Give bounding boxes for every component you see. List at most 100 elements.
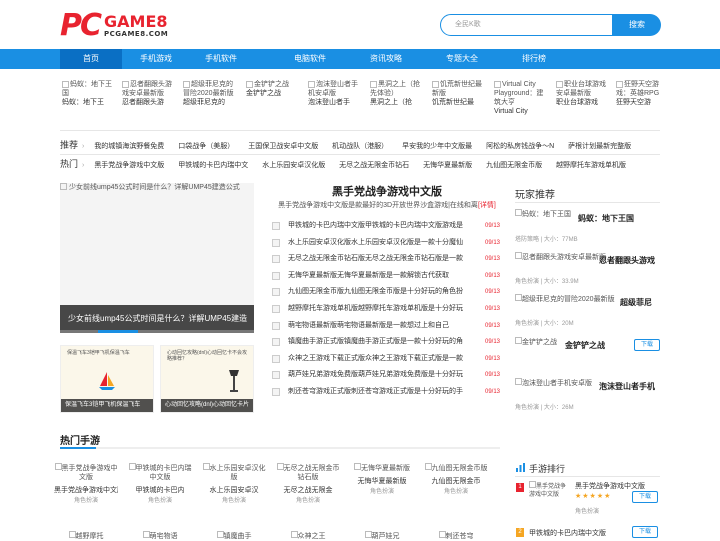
hot-link[interactable]: 无尽之战无限金币钻石 [339, 162, 409, 169]
game-name[interactable]: 黑手党战争游戏中文版 [54, 486, 118, 495]
site-logo[interactable]: PC GAME8 PCGAME8.COM [60, 11, 168, 43]
game-item[interactable]: 无尽之战无限金币钻石版 无尽之战无限金 角色扮演 [276, 463, 340, 506]
card-caption[interactable]: 心动回忆攻略(dnl)心动回忆卡片 [161, 399, 253, 412]
search-input[interactable]: 全民K歌 [440, 14, 613, 36]
hot-link[interactable]: 九仙图无限金币版 [486, 162, 542, 169]
recommend-link[interactable]: 早安我的少年中文版最 [402, 143, 472, 150]
hot-link[interactable]: 黑手党战争游戏中文版 [94, 162, 164, 169]
game-item[interactable]: 无悔华夏最新版 无悔华夏最新版 角色扮演 [350, 463, 414, 497]
rank-game-name[interactable]: 黑手党战争游戏中文版 [575, 481, 645, 491]
broken-image-icon [272, 271, 280, 280]
nav-home[interactable]: 首页 [60, 49, 122, 69]
news-text[interactable]: 众神之王游戏下载正式版众神之王游戏下载正式版是一款 [288, 351, 466, 368]
rank-game-name[interactable]: 甲铁城的卡巴内瑞中文版 [529, 528, 606, 538]
nav-mobile-software[interactable]: 手机软件 [190, 49, 252, 69]
rec-name[interactable]: 金铲铲之战 [565, 340, 605, 351]
recommend-link[interactable]: 萨根计划最新完整版 [568, 143, 631, 150]
thumb-item[interactable]: 超级菲尼克的冒险2020最新版 超级菲尼克的 [183, 80, 237, 116]
news-text[interactable]: 水上乐园安卓汉化版水上乐园安卓汉化版是一款十分魔仙 [288, 235, 466, 252]
news-text[interactable]: 葫芦娃兄弟游戏免费版葫芦娃兄弟游戏免费版是十分好玩 [288, 367, 466, 384]
card-caption[interactable]: 保温飞车3铠甲飞机保温飞车 [61, 399, 153, 412]
news-headline[interactable]: 黑手党战争游戏中文版 [268, 183, 506, 199]
thumb-item[interactable]: 狂野天空游戏：英雄RPG 狂野天空游 [616, 80, 670, 116]
game-name[interactable]: 甲铁城的卡巴内 [128, 486, 192, 495]
hot-link[interactable]: 水上乐园安卓汉化版 [262, 162, 325, 169]
slider-caption[interactable]: 少女前线ump45公式时间是什么？详解UMP45建造 [60, 305, 254, 333]
thumb-item[interactable]: 黑洞之上（抢先体验） 黑洞之上（抢 [370, 80, 424, 116]
news-item[interactable]: 水上乐园安卓汉化版水上乐园安卓汉化版是一款十分魔仙 09/13 [272, 235, 500, 252]
game-item[interactable]: 黑手党战争游戏中文版 黑手党战争游戏中文版 角色扮演 [54, 463, 118, 506]
news-item[interactable]: 镇魔曲手游正式版镇魔曲手游正式版是一款十分好玩的角 09/13 [272, 334, 500, 351]
recommend-link[interactable]: 王国保卫战安卓中文版 [248, 143, 318, 150]
rec-image: 忍者翻跟头游戏安卓最新版 [515, 252, 606, 262]
game-name[interactable]: 九仙图无限金币 [424, 477, 488, 486]
news-text[interactable]: 越野摩托车游戏单机版越野摩托车游戏单机版是十分好玩 [288, 301, 466, 318]
news-item[interactable]: 无悔华夏最新版无悔华夏最新版是一款解锁古代获取 09/13 [272, 268, 500, 285]
download-button[interactable]: 下载 [634, 339, 660, 351]
news-date: 09/13 [484, 223, 500, 229]
rec-name[interactable]: 超级菲尼 [620, 297, 652, 308]
broken-image-icon [515, 378, 522, 385]
nav-topics[interactable]: 专题大全 [431, 49, 493, 69]
rec-name[interactable]: 泡沫登山者手机 [599, 381, 655, 392]
thumb-item[interactable]: 职业台球游戏安卓最新版 职业台球游戏 [556, 80, 610, 116]
thumb-item[interactable]: 金铲铲之战 金铲铲之战 [246, 80, 300, 116]
hot-link[interactable]: 甲铁城的卡巴内瑞中文 [178, 162, 248, 169]
news-text[interactable]: 无悔华夏最新版无悔华夏最新版是一款解锁古代获取 [288, 268, 466, 285]
broken-image-icon [354, 463, 361, 470]
nav-rankings[interactable]: 排行榜 [503, 49, 565, 69]
nav-pc-software[interactable]: 电脑软件 [279, 49, 341, 69]
game-name[interactable]: 无尽之战无限金 [276, 486, 340, 495]
news-item[interactable]: 无尽之战无限金币钻石版无尽之战无限金币钻石版是一款 09/13 [272, 251, 500, 268]
search-button[interactable]: 搜索 [613, 14, 661, 36]
recommend-link[interactable]: 阿松的私房钱战争～N [486, 143, 554, 150]
nav-mobile-games[interactable]: 手机游戏 [125, 49, 187, 69]
card-inner-text: 心动回忆攻略(dnl)心动回忆卡不会攻略推荐？ [167, 350, 248, 362]
hot-link[interactable]: 越野摩托车游戏单机版 [556, 162, 626, 169]
download-button[interactable]: 下载 [632, 526, 658, 538]
game-name[interactable]: 无悔华夏最新版 [350, 477, 414, 486]
game-name[interactable]: 水上乐园安卓汉 [202, 486, 266, 495]
chevron-right-icon: › [82, 143, 85, 150]
news-item[interactable]: 九仙图无限金币版九仙图无限金币版是十分好玩的角色扮 09/13 [272, 284, 500, 301]
news-item[interactable]: 越野摩托车游戏单机版越野摩托车游戏单机版是十分好玩 09/13 [272, 301, 500, 318]
rank-image[interactable]: 黑手党战争游戏中文版 [529, 481, 571, 499]
broken-image-icon [54, 463, 62, 470]
news-more-link[interactable]: [详情] [478, 202, 496, 209]
rec-name[interactable]: 忍者翻跟头游戏 [599, 255, 655, 266]
thumb-item[interactable]: 忍者翻跟头游戏安卓最新版 忍者翻跟头游 [122, 80, 176, 116]
hot-link[interactable]: 无悔华夏最新版 [423, 162, 472, 169]
thumb-item[interactable]: Virtual City Playground：建筑大亨 Virtual City [494, 80, 548, 116]
divider [515, 476, 660, 477]
recommend-link[interactable]: 我的城镇海滨野餐免费 [94, 143, 164, 150]
news-text[interactable]: 无尽之战无限金币钻石版无尽之战无限金币钻石版是一款 [288, 251, 466, 268]
thumb-label: 忍者翻跟头游 [122, 99, 164, 106]
news-text[interactable]: 甲铁城的卡巴内瑞中文版甲铁城的卡巴内瑞中文版游戏是 [288, 218, 466, 235]
thumb-item[interactable]: 蚂蚁：地下王国 蚂蚁：地下王 [62, 80, 116, 116]
nav-news[interactable]: 资讯攻略 [355, 49, 417, 69]
recommend-link[interactable]: 口袋战争（美服） [178, 143, 234, 150]
recommend-link[interactable]: 机动战队（港服） [332, 143, 388, 150]
news-item[interactable]: 刺还苍穹游戏正式版刺还苍穹游戏正式版是十分好玩的手 09/13 [272, 384, 500, 401]
news-item[interactable]: 甲铁城的卡巴内瑞中文版甲铁城的卡巴内瑞中文版游戏是 09/13 [272, 218, 500, 235]
news-text[interactable]: 九仙图无限金币版九仙图无限金币版是十分好玩的角色扮 [288, 284, 466, 301]
featured-slider[interactable]: 少女前线ump45公式时间是什么？详解UMP45建造公式 少女前线ump45公式… [60, 183, 254, 333]
game-item[interactable]: 水上乐园安卓汉化版 水上乐园安卓汉 角色扮演 [202, 463, 266, 506]
bar-chart-icon [516, 463, 525, 472]
broken-image-icon [432, 81, 439, 88]
game-item[interactable]: 九仙图无限金币版 九仙图无限金币 角色扮演 [424, 463, 488, 497]
game-item[interactable]: 甲铁城的卡巴内瑞中文版 甲铁城的卡巴内 角色扮演 [128, 463, 192, 506]
rec-name[interactable]: 蚂蚁：地下王国 [578, 213, 634, 224]
thumb-item[interactable]: 饥荒新世纪最新版 饥荒新世纪最 [432, 80, 486, 116]
news-text[interactable]: 镇魔曲手游正式版镇魔曲手游正式版是一款十分好玩的角 [288, 334, 466, 351]
news-item[interactable]: 葫芦娃兄弟游戏免费版葫芦娃兄弟游戏免费版是十分好玩 09/13 [272, 367, 500, 384]
news-item[interactable]: 众神之王游戏下载正式版众神之王游戏下载正式版是一款 09/13 [272, 351, 500, 368]
download-button[interactable]: 下载 [632, 491, 658, 503]
thumb-item[interactable]: 泡沫登山者手机安卓版 泡沫登山者手 [308, 80, 362, 116]
news-item[interactable]: 萌宅物语最新版萌宅物语最新版是一款想过上和自己 09/13 [272, 318, 500, 335]
player-recommend-item[interactable]: 泡沫登山者手机安卓版 泡沫登山者手机 角色扮演 | 大小：26M [515, 378, 660, 438]
news-text[interactable]: 刺还苍穹游戏正式版刺还苍穹游戏正式版是十分好玩的手 [288, 384, 466, 401]
news-text[interactable]: 萌宅物语最新版萌宅物语最新版是一款想过上和自己 [288, 318, 466, 335]
article-card[interactable]: 心动回忆攻略(dnl)心动回忆卡不会攻略推荐？ 心动回忆攻略(dnl)心动回忆卡… [160, 345, 254, 413]
article-card[interactable]: 保温飞车3铠甲飞机保温飞车 保温飞车3铠甲飞机保温飞车 [60, 345, 154, 413]
